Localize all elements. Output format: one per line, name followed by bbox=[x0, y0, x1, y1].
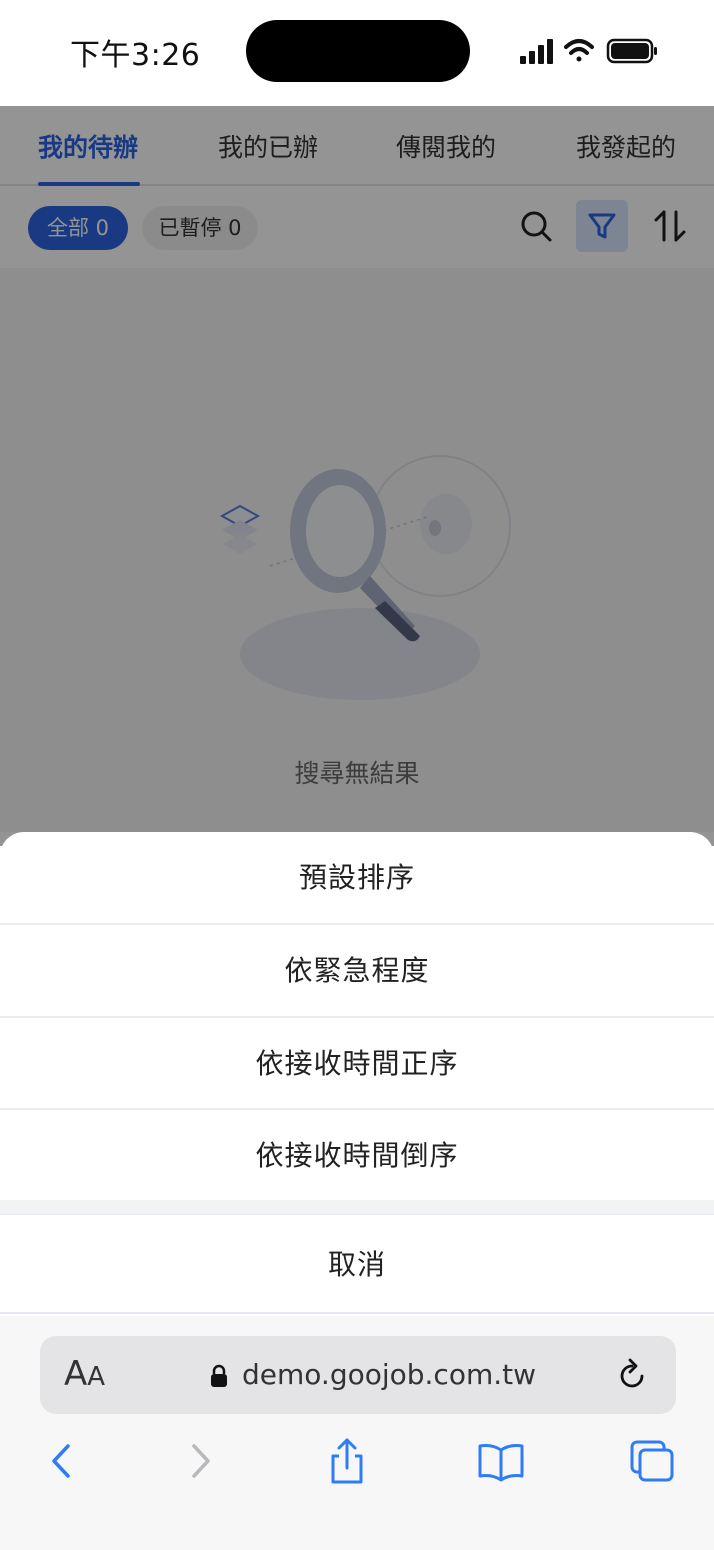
sort-option-received-desc[interactable]: 依接收時間倒序 bbox=[0, 1110, 714, 1202]
share-button[interactable] bbox=[322, 1436, 372, 1486]
sheet-separator bbox=[0, 1200, 714, 1214]
aa-small: A bbox=[87, 1362, 106, 1392]
chevron-right-icon bbox=[192, 1444, 210, 1478]
wifi-icon bbox=[564, 39, 594, 62]
bookmarks-button[interactable] bbox=[476, 1436, 526, 1486]
modal-backdrop[interactable] bbox=[0, 106, 714, 846]
tabs-button[interactable] bbox=[628, 1436, 678, 1486]
share-icon bbox=[331, 1438, 363, 1484]
browser-toolbar: AA demo.goojob.com.tw bbox=[0, 1316, 714, 1550]
cellular-signal-icon bbox=[520, 39, 553, 64]
dynamic-island bbox=[246, 20, 470, 82]
status-icons bbox=[518, 36, 658, 66]
address-bar[interactable]: AA demo.goojob.com.tw bbox=[40, 1336, 676, 1414]
sort-action-sheet: 預設排序 依緊急程度 依接收時間正序 依接收時間倒序 取消 bbox=[0, 832, 714, 1316]
sort-option-received-asc[interactable]: 依接收時間正序 bbox=[0, 1018, 714, 1110]
reload-icon bbox=[620, 1358, 644, 1388]
aa-large: A bbox=[64, 1354, 88, 1394]
status-time: 下午3:26 bbox=[70, 38, 201, 73]
sort-option-default[interactable]: 預設排序 bbox=[0, 832, 714, 924]
back-button[interactable] bbox=[36, 1436, 86, 1486]
chevron-left-icon bbox=[52, 1444, 70, 1478]
lock-icon bbox=[211, 1364, 227, 1387]
url-text: demo.goojob.com.tw bbox=[242, 1358, 537, 1391]
cancel-button[interactable]: 取消 bbox=[0, 1214, 714, 1314]
battery-icon bbox=[606, 38, 657, 64]
sort-option-urgency[interactable]: 依緊急程度 bbox=[0, 925, 714, 1017]
reader-options-button[interactable]: AA bbox=[64, 1354, 105, 1394]
book-icon bbox=[478, 1444, 524, 1482]
home-indicator bbox=[250, 1532, 464, 1540]
tabs-icon bbox=[630, 1440, 674, 1482]
forward-button[interactable] bbox=[176, 1436, 226, 1486]
status-bar: 下午3:26 bbox=[0, 0, 714, 106]
